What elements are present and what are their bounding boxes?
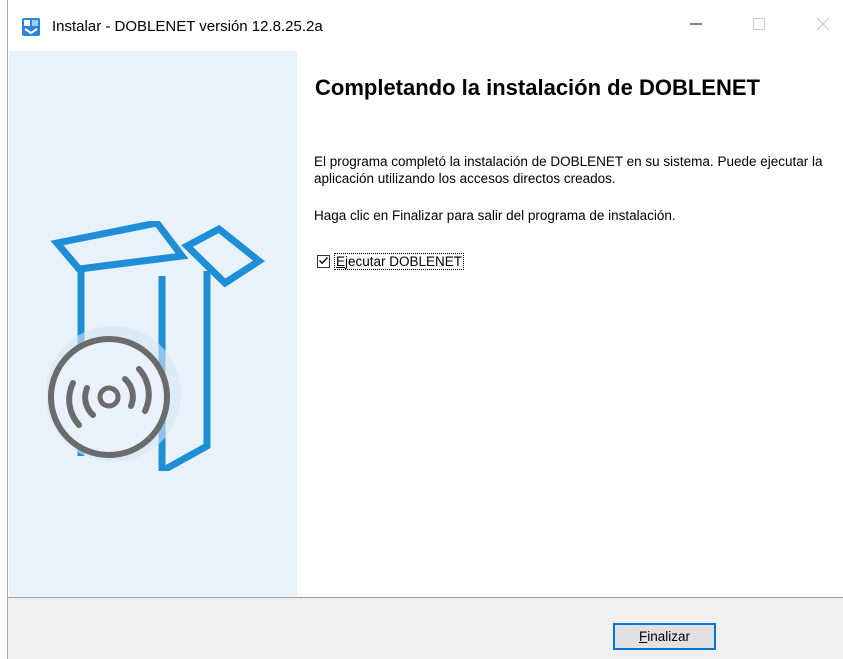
wizard-footer: Finalizar xyxy=(8,597,843,659)
finish-button-label: inalizar xyxy=(647,629,691,644)
wizard-content: Completando la instalación de DOBLENET E… xyxy=(297,51,843,598)
run-app-option[interactable]: Ejecutar DOBLENET xyxy=(317,253,465,270)
completion-message: El programa completó la instalación de D… xyxy=(314,154,823,186)
page-title: Completando la instalación de DOBLENET xyxy=(315,75,760,100)
run-app-label[interactable]: Ejecutar DOBLENET xyxy=(334,253,465,270)
maximize-button[interactable] xyxy=(736,10,782,42)
minimize-button[interactable] xyxy=(673,10,719,42)
window-title: Instalar - DOBLENET versión 12.8.25.2a xyxy=(52,18,323,35)
software-box-with-disc-icon xyxy=(45,219,267,476)
finish-instruction: Haga clic en Finalizar para salir del pr… xyxy=(314,208,676,223)
maximize-icon xyxy=(753,17,765,35)
finish-button-mnemonic: F xyxy=(638,629,648,644)
run-app-label-mnemonic: E xyxy=(336,254,346,269)
installer-app-icon xyxy=(21,17,41,37)
run-app-label-text: jecutar DOBLENET xyxy=(345,254,463,269)
title-bar[interactable]: Instalar - DOBLENET versión 12.8.25.2a xyxy=(8,0,843,51)
wizard-side-panel xyxy=(9,51,297,598)
minimize-icon xyxy=(690,17,702,35)
run-app-checkbox[interactable] xyxy=(317,255,330,268)
finish-button[interactable]: Finalizar xyxy=(613,623,716,650)
close-icon xyxy=(816,17,830,35)
checkmark-icon xyxy=(318,253,329,271)
installer-window: Instalar - DOBLENET versión 12.8.25.2a C… xyxy=(7,0,843,659)
close-button[interactable] xyxy=(800,10,843,42)
